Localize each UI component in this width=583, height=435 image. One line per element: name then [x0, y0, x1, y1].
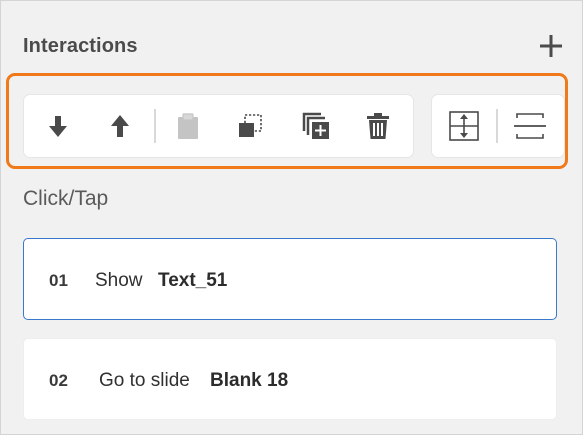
move-up-button[interactable] [98, 95, 142, 157]
toolbar-divider [154, 109, 156, 143]
copy-button[interactable] [228, 95, 272, 157]
interaction-action: Show [95, 270, 143, 291]
expand-icon [449, 111, 479, 141]
collapse-all-button[interactable] [508, 95, 552, 157]
duplicate-button[interactable] [294, 95, 338, 157]
interaction-number: 02 [49, 371, 68, 390]
move-up-icon [111, 115, 129, 137]
view-tools-group [432, 95, 564, 157]
interaction-item[interactable]: 02 Go to slide Blank 18 [23, 338, 557, 420]
interactions-panel: Interactions Click/Tap 01 Show Text_51 0… [0, 0, 583, 435]
plus-icon [540, 35, 562, 57]
panel-title: Interactions [23, 35, 138, 57]
interaction-number: 01 [49, 271, 68, 290]
toolbar-divider [496, 109, 498, 143]
paste-icon [178, 113, 198, 139]
add-interaction-button[interactable] [536, 31, 566, 61]
interaction-action: Go to slide [99, 370, 190, 391]
copy-icon [239, 114, 262, 137]
trigger-label: Click/Tap [23, 187, 109, 210]
expand-all-button[interactable] [442, 95, 486, 157]
collapse-icon [514, 113, 546, 139]
interaction-target: Text_51 [158, 270, 228, 291]
move-down-button[interactable] [36, 95, 80, 157]
interaction-tools-group [24, 95, 413, 157]
delete-icon [367, 113, 389, 139]
move-down-icon [49, 116, 67, 137]
delete-button[interactable] [356, 95, 400, 157]
interaction-item[interactable]: 01 Show Text_51 [23, 238, 557, 320]
duplicate-icon [302, 112, 329, 139]
paste-button [166, 95, 210, 157]
interaction-target: Blank 18 [210, 370, 289, 391]
